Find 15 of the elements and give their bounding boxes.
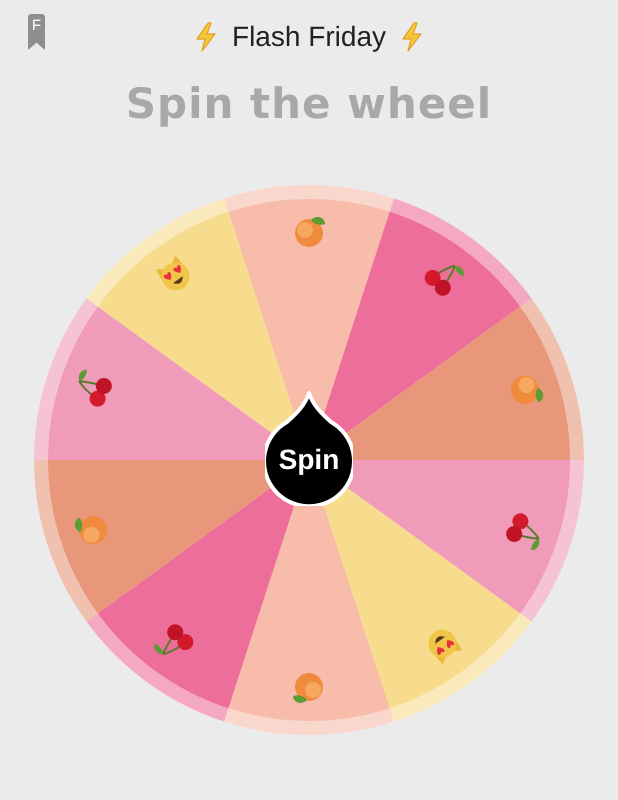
cat-face-icon [428, 630, 462, 664]
cherry-icon [154, 624, 194, 656]
page-title: Flash Friday [232, 20, 386, 54]
lightning-icon [400, 22, 424, 52]
peach-icon [293, 673, 323, 703]
peach-icon [295, 217, 325, 247]
cherry-icon [78, 370, 112, 407]
cherry-icon [506, 513, 540, 550]
cat-face-icon [156, 256, 190, 290]
peach-icon [510, 376, 544, 404]
spin-button[interactable]: Spin [265, 391, 353, 506]
heading: Spin the wheel [126, 78, 492, 130]
peach-icon [74, 516, 108, 544]
lightning-icon [194, 22, 218, 52]
cherry-icon [424, 264, 464, 296]
